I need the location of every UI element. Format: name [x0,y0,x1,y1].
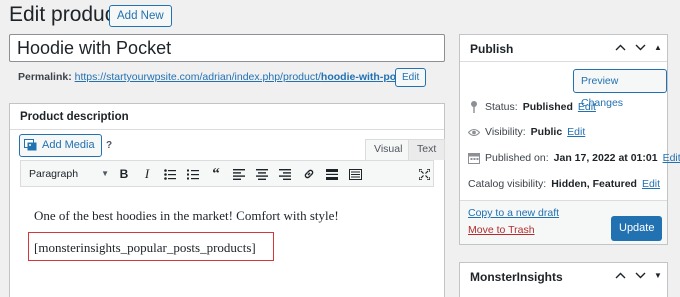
format-select[interactable]: Paragraph ▼ [25,165,109,183]
publish-title: Publish [470,42,514,56]
monsterinsights-title: MonsterInsights [470,270,563,284]
move-up-icon[interactable] [612,267,628,283]
status-label: Status: [485,101,518,113]
catalog-visibility-row: Catalog visibility: Hidden, Featured Edi… [468,178,660,190]
published-label: Published on: [485,152,549,164]
visibility-edit-link[interactable]: Edit [567,126,585,138]
product-title-input[interactable]: Hoodie with Pocket [9,34,445,62]
tab-text[interactable]: Text [408,139,446,160]
align-center-icon[interactable] [253,165,271,183]
update-button[interactable]: Update [611,216,663,241]
divider [10,129,444,130]
editor-toolbar: Paragraph ▼ B I “ [20,160,434,187]
pin-icon [468,101,480,113]
publish-actions: Copy to a new draft Move to Trash Update [460,200,667,244]
add-media-button[interactable]: Add Media [19,134,102,157]
move-down-icon[interactable] [632,267,648,283]
align-right-icon[interactable] [276,165,294,183]
italic-icon[interactable]: I [138,165,156,183]
numbered-list-icon[interactable] [184,165,202,183]
permalink-edit-button[interactable]: Edit [395,68,427,87]
move-up-icon[interactable] [612,39,628,55]
visibility-label: Visibility: [485,126,526,138]
tab-visual[interactable]: Visual [365,139,412,160]
catalog-visibility-label: Catalog visibility: [468,178,547,190]
published-value: Jan 17, 2022 at 01:01 [553,152,658,164]
catalog-visibility-edit-link[interactable]: Edit [642,178,660,190]
permalink: Permalink: https://startyourwpsite.com/a… [18,71,420,83]
help-icon[interactable]: ? [106,140,112,151]
editor-body-text[interactable]: One of the best hoodies in the market! C… [34,208,339,224]
move-down-icon[interactable] [632,39,648,55]
permalink-base: https://startyourwpsite.com/adrian/index… [74,71,321,83]
toggle-panel-icon[interactable]: ▲ [650,39,666,55]
read-more-icon[interactable] [323,165,341,183]
eye-icon [468,126,480,138]
fullscreen-icon[interactable] [415,165,433,183]
page-title: Edit product [9,3,122,26]
product-description-box: Product description Add Media ? Visual T… [9,103,446,297]
copy-to-draft-link[interactable]: Copy to a new draft [468,207,559,219]
caret-down-icon: ▼ [101,169,109,178]
monsterinsights-box: MonsterInsights ▼ [459,262,668,297]
catalog-visibility-value: Hidden, Featured [551,178,637,190]
published-edit-link[interactable]: Edit [663,152,680,164]
move-to-trash-link[interactable]: Move to Trash [468,224,535,236]
media-icon [24,139,37,151]
divider [460,61,667,62]
status-edit-link[interactable]: Edit [578,101,596,113]
status-value: Published [522,101,573,113]
visibility-row: Visibility: Public Edit [468,126,585,138]
toolbar-toggle-icon[interactable] [346,165,364,183]
permalink-label: Permalink: [18,71,72,83]
permalink-link[interactable]: https://startyourwpsite.com/adrian/index… [75,71,420,83]
align-left-icon[interactable] [230,165,248,183]
add-new-button[interactable]: Add New [109,5,172,27]
blockquote-icon[interactable]: “ [207,165,225,183]
shortcode-text[interactable]: [monsterinsights_popular_posts_products] [34,240,256,256]
toggle-panel-icon[interactable]: ▼ [650,267,666,283]
calendar-icon [468,152,480,164]
status-row: Status: Published Edit [468,101,596,113]
bullet-list-icon[interactable] [161,165,179,183]
add-media-label: Add Media [42,139,95,151]
publish-box: Publish ▲ Preview Changes Status: Publis… [459,34,680,245]
link-icon[interactable] [300,165,318,183]
published-row: Published on: Jan 17, 2022 at 01:01 Edit [468,152,680,164]
bold-icon[interactable]: B [115,165,133,183]
visibility-value: Public [530,126,563,138]
preview-changes-button[interactable]: Preview Changes [573,69,667,109]
format-select-value: Paragraph [29,168,79,180]
description-title: Product description [20,111,129,123]
